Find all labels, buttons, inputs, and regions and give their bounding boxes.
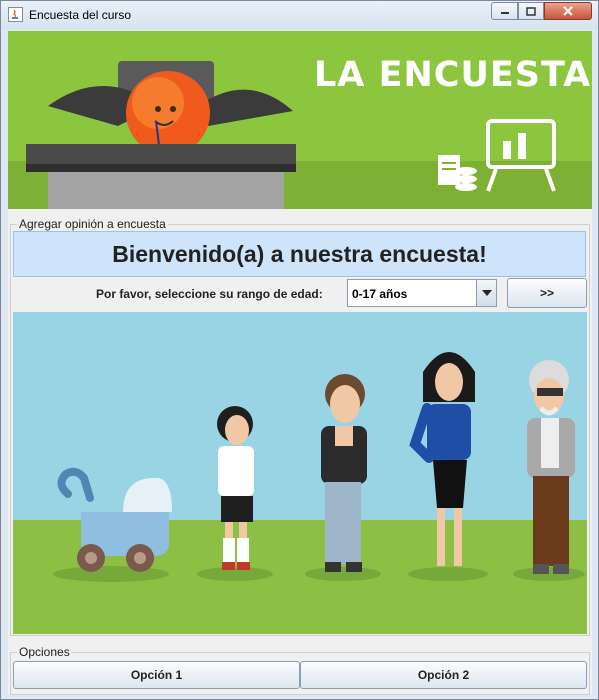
- age-groups-illustration: [13, 312, 587, 634]
- close-icon: [563, 6, 573, 16]
- welcome-banner: Bienvenido(a) a nuestra encuesta!: [13, 231, 586, 277]
- dropdown-button[interactable]: [476, 280, 496, 306]
- minimize-icon: [500, 12, 509, 14]
- age-range-select[interactable]: 0-17 años: [347, 279, 497, 307]
- java-icon: [8, 7, 23, 22]
- option-1-button[interactable]: Opción 1: [13, 661, 300, 689]
- maximize-button[interactable]: [518, 2, 544, 20]
- survey-group-legend: Agregar opinión a encuesta: [17, 217, 168, 231]
- next-button[interactable]: >>: [507, 278, 587, 308]
- title-bar[interactable]: Encuesta del curso: [1, 1, 598, 29]
- minimize-button[interactable]: [491, 2, 518, 20]
- banner-title: LA ENCUESTA: [314, 55, 592, 95]
- window-title: Encuesta del curso: [29, 8, 132, 22]
- content-panel: LA ENCUESTA Agregar opinión a encuesta B…: [8, 31, 592, 695]
- close-button[interactable]: [544, 2, 592, 20]
- age-range-selected: 0-17 años: [352, 287, 408, 301]
- app-window: Encuesta del curso LA ENCUESTA Agregar o…: [0, 0, 599, 700]
- chevron-down-icon: [481, 290, 492, 296]
- options-group-legend: Opciones: [17, 645, 72, 659]
- option-2-button[interactable]: Opción 2: [300, 661, 587, 689]
- age-range-label: Por favor, seleccione su rango de edad:: [96, 287, 323, 301]
- maximize-icon: [526, 6, 536, 16]
- banner: LA ENCUESTA: [8, 31, 592, 209]
